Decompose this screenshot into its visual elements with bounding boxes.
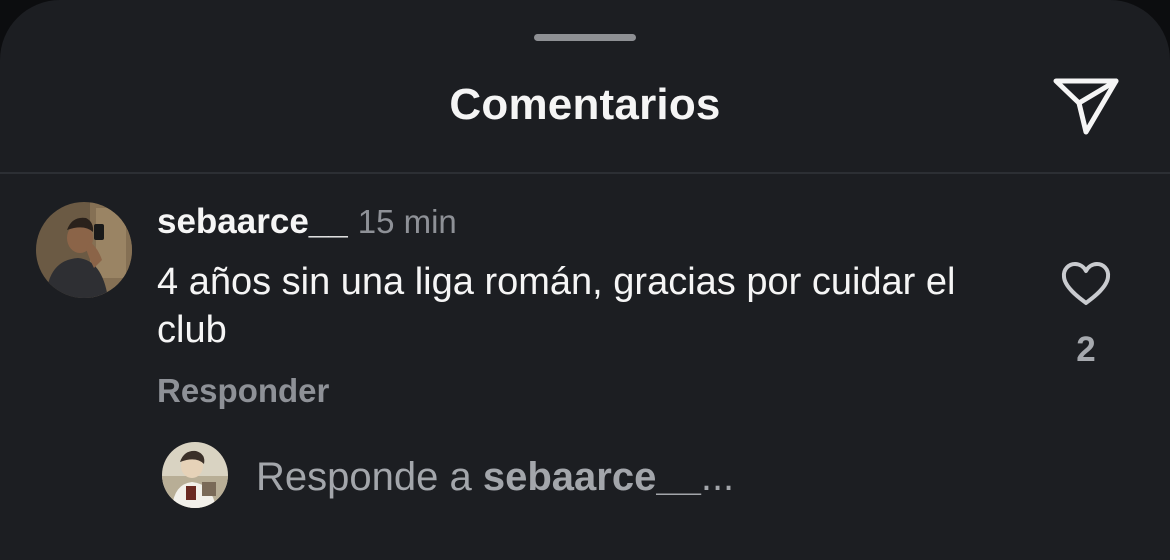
- reply-prefix: Responde a: [256, 455, 472, 499]
- page-title: Comentarios: [449, 80, 721, 129]
- comment-text: 4 años sin una liga román, gracias por c…: [157, 261, 956, 351]
- current-user-photo: [162, 442, 228, 508]
- reply-button[interactable]: Responder: [157, 372, 329, 410]
- share-button[interactable]: [1050, 72, 1122, 140]
- reply-ellipsis: ...: [700, 455, 735, 499]
- paper-plane-icon: [1053, 78, 1119, 135]
- avatar[interactable]: [36, 202, 132, 298]
- like-count: 2: [1076, 330, 1096, 369]
- heart-outline-icon: [1061, 262, 1111, 305]
- drag-handle[interactable]: [534, 34, 636, 41]
- comment-username[interactable]: sebaarce__: [157, 202, 348, 241]
- current-user-avatar: [162, 442, 228, 508]
- like-button[interactable]: [1056, 258, 1116, 310]
- comment-timestamp: 15 min: [357, 203, 457, 240]
- user-photo: [36, 202, 132, 298]
- comment-meta: sebaarce__ 15 min: [157, 202, 457, 242]
- comments-sheet: Comentarios sebaarce__ 15 min 4 años sin …: [0, 0, 1170, 560]
- reply-username: sebaarce__: [482, 455, 701, 499]
- reply-input[interactable]: Responde a sebaarce__...: [256, 452, 1136, 502]
- header-divider: [0, 172, 1170, 174]
